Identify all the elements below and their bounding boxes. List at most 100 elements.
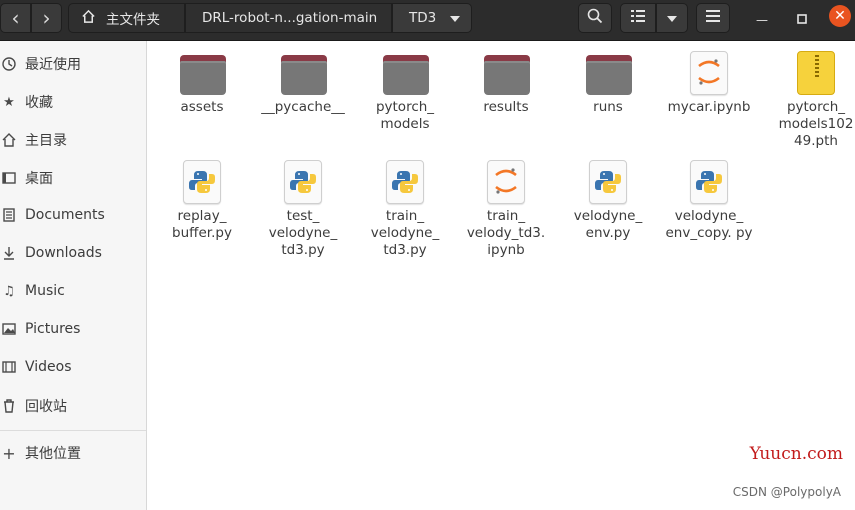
file-item[interactable]: pytorch_ models (353, 49, 457, 133)
sidebar-item-trash[interactable]: 回收站 (0, 389, 146, 423)
python-file-icon (584, 158, 632, 206)
file-item[interactable]: mycar.ipynb (657, 49, 761, 116)
file-name: pytorch_ models (375, 99, 435, 132)
home-icon (2, 133, 16, 147)
file-item[interactable]: __pycache__ (251, 49, 355, 116)
breadcrumb-home[interactable]: 主文件夹 (68, 3, 185, 33)
sidebar-item-label: Downloads (25, 245, 102, 261)
maximize-button[interactable] (790, 8, 814, 32)
main-menu-button[interactable] (696, 3, 730, 33)
sidebar-item-downloads[interactable]: Downloads (0, 236, 146, 270)
sidebar-item-label: 收藏 (25, 95, 53, 111)
desktop-icon (2, 171, 16, 185)
site-watermark: Yuucn.com (749, 444, 843, 464)
sidebar-item-other-locations[interactable]: + 其他位置 (0, 436, 146, 470)
search-icon (587, 8, 603, 28)
jupyter-notebook-icon (482, 158, 530, 206)
view-toggle-button[interactable] (620, 3, 656, 33)
file-name: velodyne_ env.py (573, 208, 643, 241)
folder-icon (584, 49, 632, 97)
archive-icon (792, 49, 840, 97)
sidebar: 最近使用 ★ 收藏 主目录 桌面 Documents Downloads ♫ M… (0, 41, 147, 510)
sidebar-item-documents[interactable]: Documents (0, 198, 146, 232)
breadcrumb-label: DRL-robot-n...gation-main (202, 10, 378, 26)
jupyter-notebook-icon (685, 49, 733, 97)
sidebar-item-label: Music (25, 283, 65, 299)
sidebar-item-label: 其他位置 (25, 446, 81, 462)
file-name: assets (180, 99, 224, 115)
python-file-icon (685, 158, 733, 206)
sidebar-item-music[interactable]: ♫ Music (0, 274, 146, 308)
sidebar-item-label: Videos (25, 359, 72, 375)
document-icon (2, 208, 16, 222)
file-name: __pycache__ (261, 99, 345, 115)
file-item[interactable]: replay_ buffer.py (150, 158, 254, 242)
file-item[interactable]: runs (556, 49, 660, 116)
file-item[interactable]: velodyne_ env.py (556, 158, 660, 242)
sidebar-item-recent[interactable]: 最近使用 (0, 47, 146, 81)
file-item[interactable]: velodyne_ env_copy. py (657, 158, 761, 242)
sidebar-item-pictures[interactable]: Pictures (0, 312, 146, 346)
sidebar-item-desktop[interactable]: 桌面 (0, 161, 146, 195)
close-button[interactable]: ✕ (829, 5, 851, 27)
plus-icon: + (2, 443, 16, 463)
forward-button[interactable]: › (31, 3, 62, 33)
sidebar-item-videos[interactable]: Videos (0, 350, 146, 384)
python-file-icon (178, 158, 226, 206)
chevron-down-icon[interactable] (450, 10, 461, 26)
close-icon: ✕ (834, 8, 846, 24)
file-name: pytorch_ models102 49.pth (778, 99, 854, 149)
sidebar-item-label: Documents (25, 207, 105, 223)
file-name: train_ velodyne_ td3.py (370, 208, 440, 258)
file-item[interactable]: train_ velody_td3. ipynb (454, 158, 558, 259)
music-icon: ♫ (3, 283, 15, 299)
folder-icon (178, 49, 226, 97)
folder-icon (381, 49, 429, 97)
star-icon: ★ (3, 94, 15, 110)
breadcrumb-repo[interactable]: DRL-robot-n...gation-main (185, 3, 392, 33)
clock-icon (2, 57, 16, 71)
sidebar-item-label: 桌面 (25, 171, 53, 187)
chevron-left-icon: ‹ (11, 6, 20, 30)
file-name: train_ velody_td3. ipynb (466, 208, 546, 258)
sidebar-item-label: 最近使用 (25, 57, 81, 73)
header-bar: ‹ › 主文件夹 DRL-robot-n...gation-main TD3 —… (0, 0, 855, 41)
file-item[interactable]: test_ velodyne_ td3.py (251, 158, 355, 259)
file-name: velodyne_ env_copy. py (665, 208, 753, 241)
file-name: replay_ buffer.py (172, 208, 232, 241)
folder-icon (279, 49, 327, 97)
folder-icon (482, 49, 530, 97)
sidebar-item-label: 主目录 (25, 133, 67, 149)
sidebar-item-starred[interactable]: ★ 收藏 (0, 85, 146, 119)
csdn-watermark: CSDN @PolypolyA (732, 485, 841, 499)
file-item[interactable]: results (454, 49, 558, 116)
breadcrumb-label: 主文件夹 (106, 12, 160, 28)
minimize-button[interactable]: — (750, 8, 774, 32)
chevron-right-icon: › (42, 6, 51, 30)
python-file-icon (279, 158, 327, 206)
breadcrumb-td3[interactable]: TD3 (392, 3, 472, 33)
file-item[interactable]: train_ velodyne_ td3.py (353, 158, 457, 259)
sidebar-item-home[interactable]: 主目录 (0, 123, 146, 157)
search-button[interactable] (578, 3, 612, 33)
home-icon (81, 9, 96, 28)
chevron-down-icon (667, 11, 677, 26)
view-options-button[interactable] (656, 3, 688, 33)
hamburger-menu-icon (706, 10, 720, 26)
file-grid: assets __pycache__ pytorch_ models resul… (148, 41, 855, 510)
maximize-icon (797, 13, 807, 27)
sidebar-item-label: Pictures (25, 321, 81, 337)
file-name: mycar.ipynb (667, 99, 751, 115)
download-icon (2, 246, 16, 260)
breadcrumb-label: TD3 (409, 10, 437, 26)
sidebar-item-label: 回收站 (25, 399, 67, 415)
video-icon (2, 360, 16, 374)
picture-icon (2, 322, 16, 336)
python-file-icon (381, 158, 429, 206)
list-view-icon (631, 10, 645, 26)
file-item[interactable]: assets (150, 49, 254, 116)
file-name: runs (593, 99, 623, 115)
file-item[interactable]: pytorch_ models102 49.pth (764, 49, 855, 150)
file-name: results (483, 99, 529, 115)
back-button[interactable]: ‹ (0, 3, 31, 33)
